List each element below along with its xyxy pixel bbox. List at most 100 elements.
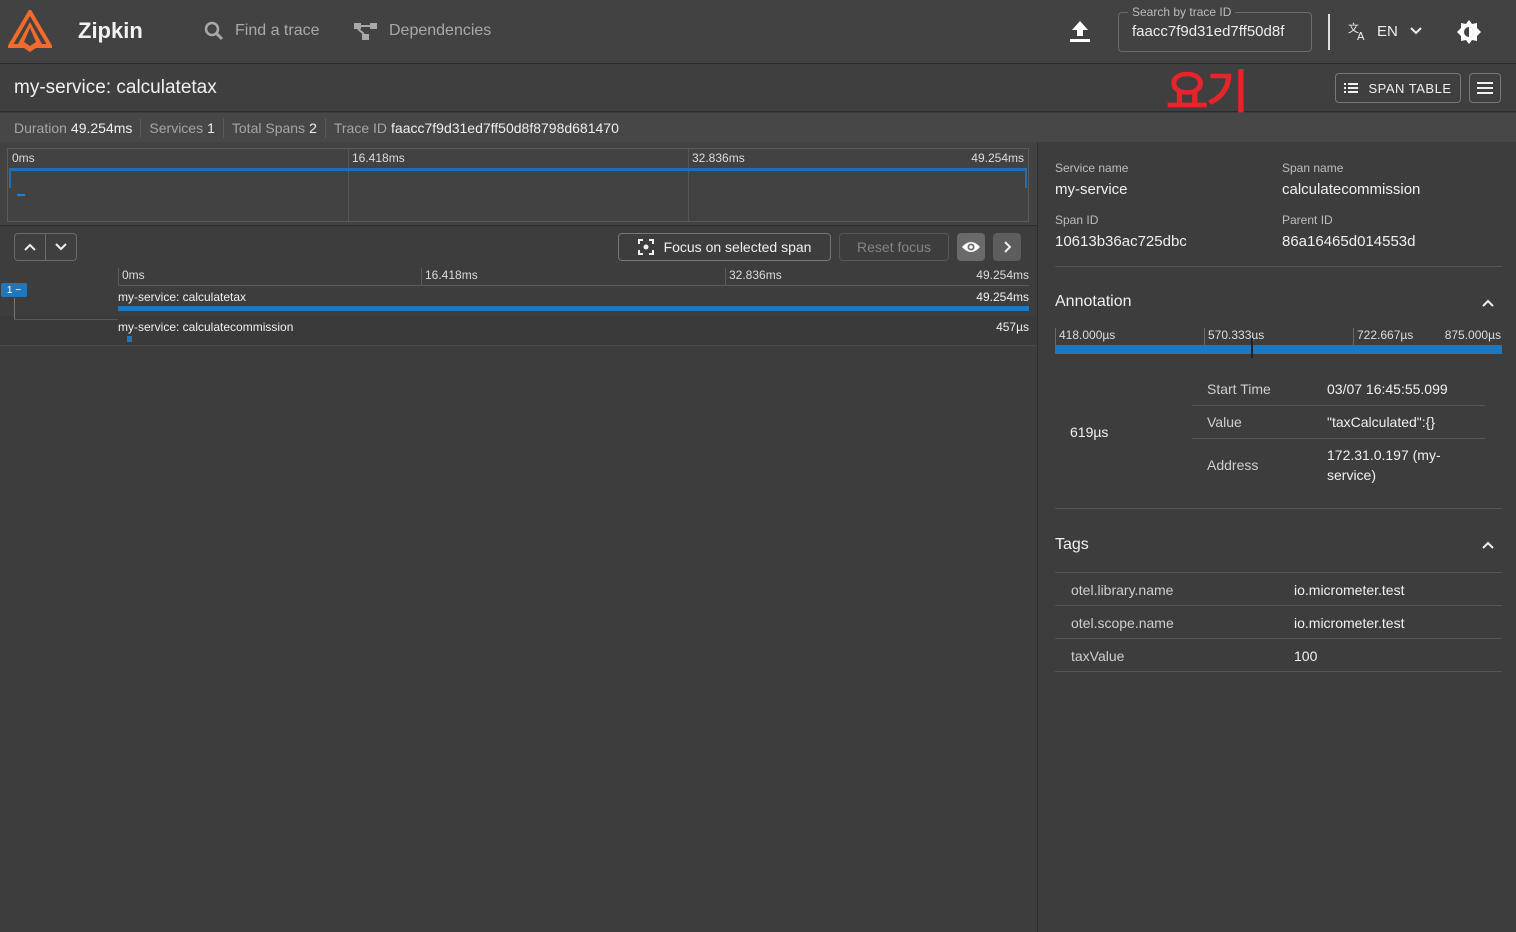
span-row[interactable]: my-service: calculatecommission 457µs [0,316,1037,346]
tag-value: 100 [1294,648,1318,664]
service-name-label: Service name [1055,161,1129,175]
stat-trace-id-label: Trace ID [333,119,388,136]
nav-dependencies[interactable]: Dependencies [353,20,491,42]
span-name: my-service: calculatecommission [118,320,294,334]
reset-focus-button[interactable]: Reset focus [839,233,949,261]
zipkin-logo-icon[interactable] [8,10,52,54]
minimap-tick: 49.254ms [971,151,1024,165]
stat-services: Services 1 [149,117,224,138]
minimap-tick: 16.418ms [352,151,405,165]
trace-summary: Duration 49.254ms Services 1 Total Spans… [0,113,1516,142]
previous-span-button[interactable] [14,233,46,261]
language-selector[interactable]: 文 A EN [1348,21,1422,41]
trace-minimap[interactable]: 0ms 16.418ms 32.836ms 49.254ms [0,142,1037,226]
eye-icon [962,242,980,252]
overlay-annotation-text: 요기 [1166,65,1249,119]
tag-row: taxValue 100 [1055,639,1502,672]
nav-dependencies-label: Dependencies [389,22,492,39]
annotation-key: Address [1207,457,1259,473]
focus-selected-span-label: Focus on selected span [663,239,812,255]
stat-duration-value: 49.254ms [70,119,133,136]
stat-services-label: Services [149,119,204,136]
search-icon [204,21,224,41]
tag-key: otel.library.name [1071,582,1174,598]
annotation-value: 03/07 16:45:55.099 [1327,381,1448,397]
tree-connector [14,298,15,320]
expand-panel-button[interactable] [993,233,1021,261]
stat-total-spans-value: 2 [309,119,317,136]
center-focus-icon [637,239,654,255]
nav-find-trace-label: Find a trace [235,22,320,39]
annotation-key: Value [1207,414,1242,430]
minimap-handle-left[interactable] [9,168,11,188]
tag-key: taxValue [1071,648,1125,664]
timeline-tick: 49.254ms [976,268,1029,282]
stat-duration: Duration 49.254ms [14,117,142,138]
tag-key: otel.scope.name [1071,615,1174,631]
span-name-value: calculatecommission [1282,181,1421,198]
collapse-children-toggle[interactable]: 1 − [1,283,27,297]
span-id-label: Span ID [1055,213,1099,227]
minimap-handle-right[interactable] [1025,168,1027,188]
trace-id-search[interactable]: Search by trace ID faacc7f9d31ed7ff50d8f [1118,5,1312,52]
focus-selected-span-button[interactable]: Focus on selected span [618,233,831,261]
divider [1328,14,1330,50]
upload-icon[interactable] [1066,18,1094,46]
chevron-down-icon [55,243,67,251]
span-table-label: SPAN TABLE [1368,80,1452,96]
language-code: EN [1377,22,1398,40]
span-table-button[interactable]: SPAN TABLE [1335,73,1461,103]
annotation-tick: 875.000µs [1444,328,1501,342]
parent-id-value: 86a16465d014553d [1282,233,1416,250]
nav-find-trace[interactable]: Find a trace [203,20,319,42]
trace-id-search-input[interactable]: faacc7f9d31ed7ff50d8f [1132,23,1302,40]
minimap-span [17,194,25,196]
span-detail-panel: Service name my-service Span name calcul… [1037,142,1516,932]
span-row[interactable]: my-service: calculatetax 49.254ms [0,286,1037,316]
menu-button[interactable] [1469,73,1501,103]
span-duration: 457µs [996,320,1029,334]
minimap-selection[interactable] [9,168,1027,171]
top-app-bar: Zipkin Find a trace Dependencies Search … [0,0,1516,64]
stat-trace-id-value: faacc7f9d31ed7ff50d8f8798d681470 [391,119,619,136]
chevron-up-icon[interactable] [1480,537,1496,553]
theme-toggle-icon[interactable] [1456,19,1482,45]
timeline-tick: 32.836ms [729,268,782,282]
trace-id-search-label: Search by trace ID [1128,5,1236,19]
chevron-up-icon[interactable] [1480,295,1496,311]
annotation-row: Value "taxCalculated":{} [1192,406,1485,439]
parent-id-label: Parent ID [1282,213,1333,227]
divider [1055,508,1502,509]
annotation-row: Address 172.31.0.197 (my-service) [1192,439,1485,491]
stat-total-spans-label: Total Spans [231,119,306,136]
dependencies-icon [354,23,377,40]
next-span-button[interactable] [45,233,77,261]
span-name-label: Span name [1282,161,1344,175]
menu-icon [1477,82,1493,94]
tree-connector [14,319,118,320]
stat-trace-id: Trace ID faacc7f9d31ed7ff50d8f8798d68147… [334,118,627,138]
annotation-key: Start Time [1207,381,1271,397]
annotation-duration: 619µs [1070,424,1109,440]
page-title: my-service: calculatetax [14,77,217,98]
service-name-value: my-service [1055,181,1128,198]
annotation-value: 172.31.0.197 (my-service) [1327,447,1441,483]
minimap-frame[interactable]: 0ms 16.418ms 32.836ms 49.254ms [7,148,1029,222]
tag-value: io.micrometer.test [1294,615,1405,631]
list-icon [1344,83,1359,93]
annotation-marker[interactable] [1251,338,1253,358]
minimap-tick: 0ms [12,151,35,165]
span-duration: 49.254ms [976,290,1029,304]
translate-icon: 文 A [1348,21,1365,41]
span-bar [127,336,132,342]
chevron-down-icon [1410,27,1422,35]
annotation-tick: 722.667µs [1357,328,1414,342]
minimap-tick: 32.836ms [692,151,745,165]
app-brand[interactable]: Zipkin [78,18,143,44]
annotation-tick: 418.000µs [1059,328,1116,342]
stat-total-spans: Total Spans 2 [231,117,326,138]
annotation-title: Annotation [1055,293,1132,310]
tag-row: otel.scope.name io.micrometer.test [1055,606,1502,639]
tags-title: Tags [1055,536,1089,553]
toggle-detail-button[interactable] [957,233,985,261]
